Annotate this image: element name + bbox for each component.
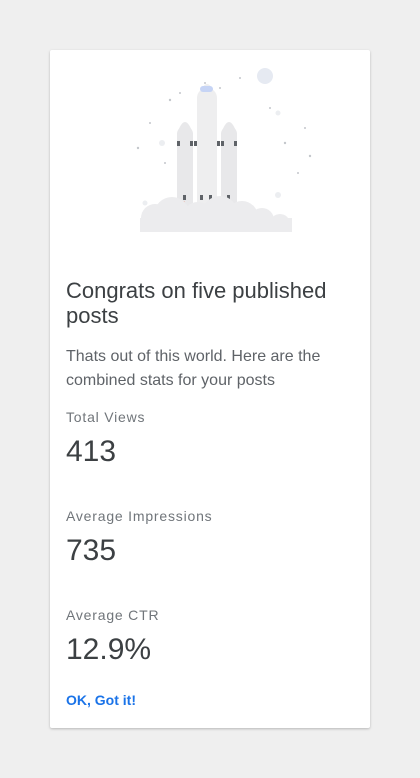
card-description: Thats out of this world. Here are the co… [66, 348, 321, 389]
smoke-clouds [140, 196, 292, 234]
congrats-card: Congrats on five published posts Thats o… [50, 50, 370, 728]
stat-value-total-views: 413 [66, 435, 117, 468]
card-title: Congrats on five published posts [66, 278, 327, 328]
stat-label-total-views: Total Views [66, 409, 146, 425]
rocket-launch-illustration [136, 68, 312, 238]
ok-got-it-button[interactable]: OK, Got it! [66, 692, 136, 708]
moon-shape [257, 68, 273, 84]
stat-label-average-ctr: Average CTR [66, 607, 160, 623]
stat-label-average-impressions: Average Impressions [66, 508, 213, 524]
stat-value-average-ctr: 12.9% [66, 633, 152, 666]
stat-value-average-impressions: 735 [66, 534, 117, 567]
